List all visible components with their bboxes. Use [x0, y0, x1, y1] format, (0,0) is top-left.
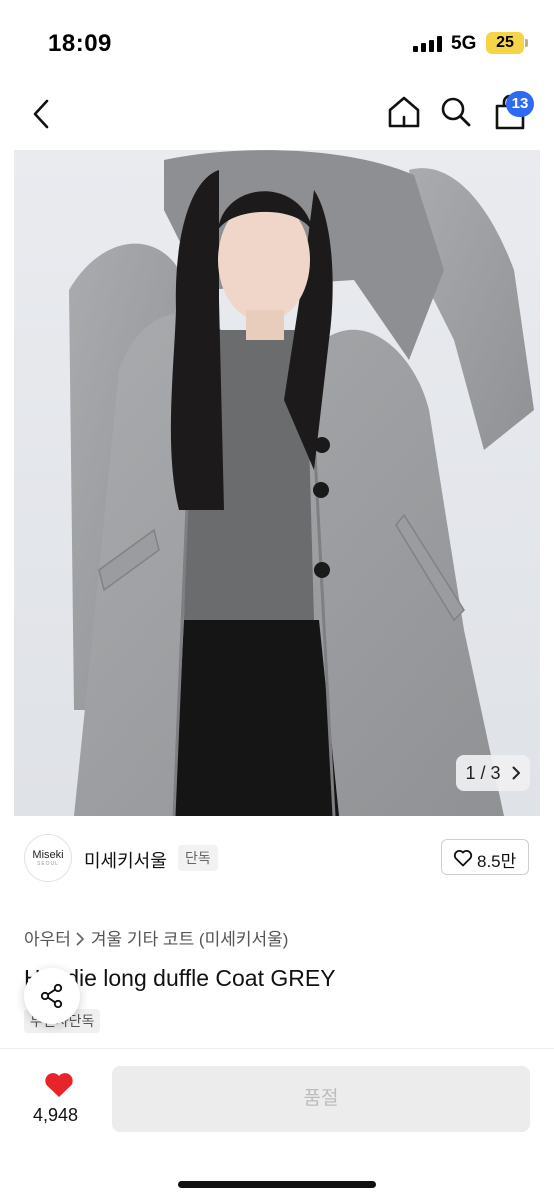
brand-like-count: 8.5만 [477, 852, 517, 871]
share-icon [40, 983, 63, 1009]
chevron-right-icon [512, 755, 521, 791]
exclusive-badge: 단독 [178, 845, 218, 871]
cart-count-badge: 13 [506, 91, 534, 117]
status-time: 18:09 [48, 30, 112, 57]
bottom-action-bar: 4,948 품절 [0, 1049, 554, 1200]
home-button[interactable] [384, 92, 424, 132]
seller-row[interactable]: Miseki SEOUL 미세키서울 단독 8.5만 [0, 830, 554, 886]
wishlist-button[interactable] [43, 1070, 75, 1103]
status-bar: 18:09 5G 25 [0, 0, 554, 82]
heart-outline-icon [453, 850, 473, 867]
top-nav [0, 82, 554, 150]
chevron-right-icon [76, 930, 85, 950]
wishlist-count: 4,948 [33, 1105, 79, 1125]
chevron-left-icon [33, 99, 49, 129]
seller-logo-subtext: SEOUL [37, 861, 59, 867]
brand-like-button[interactable]: 8.5만 [441, 839, 529, 875]
search-icon [441, 97, 471, 127]
breadcrumb: 아우터 겨울 기타 코트 (미세키서울) [24, 925, 288, 950]
share-button[interactable] [24, 968, 80, 1024]
home-indicator [178, 1181, 376, 1188]
network-type: 5G [451, 33, 477, 54]
heart-filled-icon [45, 1073, 73, 1097]
seller-logo-text: Miseki [32, 849, 64, 861]
breadcrumb-item[interactable]: 겨울 기타 코트 (미세키서울) [91, 930, 289, 949]
product-image[interactable] [14, 150, 540, 816]
back-button[interactable] [22, 94, 62, 134]
battery-icon: 25 [486, 32, 528, 54]
seller-logo[interactable]: Miseki SEOUL [24, 834, 72, 882]
search-button[interactable] [436, 92, 476, 132]
seller-name[interactable]: 미세키서울 [84, 847, 167, 873]
sold-out-button[interactable]: 품절 [112, 1066, 530, 1132]
breadcrumb-item[interactable]: 아우터 [24, 930, 71, 949]
gallery-page-text: 1 / 3 [465, 763, 501, 783]
gallery-page-indicator[interactable]: 1 / 3 [456, 755, 530, 791]
product-photo [14, 150, 540, 816]
signal-icon [413, 36, 443, 52]
home-icon [388, 96, 420, 128]
